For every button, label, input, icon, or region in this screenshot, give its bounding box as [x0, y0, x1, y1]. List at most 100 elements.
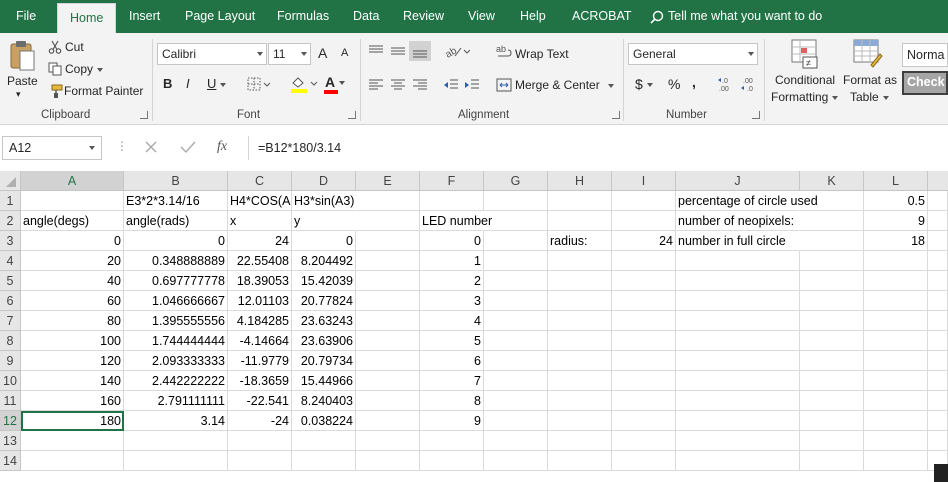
grow-font-button[interactable]: A	[318, 45, 327, 61]
row-header-1[interactable]: 1	[0, 191, 21, 211]
cell-g13[interactable]	[484, 431, 548, 451]
cell-a10[interactable]: 140	[21, 371, 124, 391]
format-as-table-icon[interactable]	[853, 39, 883, 72]
insert-function-button[interactable]: fx	[217, 139, 227, 155]
cell-i2[interactable]	[612, 211, 676, 231]
cell-k14[interactable]	[800, 451, 864, 471]
cell-h6[interactable]	[548, 291, 612, 311]
cell-m2[interactable]	[928, 211, 948, 231]
cell-f7[interactable]: 4	[420, 311, 484, 331]
cell-l11[interactable]	[864, 391, 928, 411]
cell-c4[interactable]: 22.55408	[228, 251, 292, 271]
cell-l3[interactable]: 18	[864, 231, 928, 251]
cell-g2[interactable]	[484, 211, 548, 231]
row-header-9[interactable]: 9	[0, 351, 21, 371]
cell-f6[interactable]: 3	[420, 291, 484, 311]
cell-d5[interactable]: 15.42039	[292, 271, 356, 291]
bold-button[interactable]: B	[163, 76, 172, 91]
cell-e6[interactable]	[356, 291, 420, 311]
cell-j9[interactable]	[676, 351, 800, 371]
cell-b9[interactable]: 2.093333333	[124, 351, 228, 371]
cell-d10[interactable]: 15.44966	[292, 371, 356, 391]
cell-g4[interactable]	[484, 251, 548, 271]
style-check-cell[interactable]: Check	[902, 71, 948, 95]
cell-m8[interactable]	[928, 331, 948, 351]
cell-e12[interactable]	[356, 411, 420, 431]
cell-c10[interactable]: -18.3659	[228, 371, 292, 391]
cell-h9[interactable]	[548, 351, 612, 371]
borders-icon[interactable]	[247, 77, 271, 94]
merge-center-button[interactable]: Merge & Center	[515, 78, 614, 92]
cell-j13[interactable]	[676, 431, 800, 451]
cell-e9[interactable]	[356, 351, 420, 371]
font-size-dropdown[interactable]: 11	[268, 43, 311, 65]
cell-j12[interactable]	[676, 411, 800, 431]
merge-center-icon[interactable]	[496, 78, 512, 95]
format-as-table-line1[interactable]: Format as	[843, 73, 897, 87]
cell-j6[interactable]	[676, 291, 800, 311]
cell-c8[interactable]: -4.14664	[228, 331, 292, 351]
decrease-decimal-icon[interactable]: .00.0	[740, 76, 758, 95]
cell-c1[interactable]: H4*COS(A	[228, 191, 292, 211]
cell-d7[interactable]: 23.63243	[292, 311, 356, 331]
row-header-13[interactable]: 13	[0, 431, 21, 451]
cell-j11[interactable]	[676, 391, 800, 411]
cell-i4[interactable]	[612, 251, 676, 271]
cell-i7[interactable]	[612, 311, 676, 331]
cell-e7[interactable]	[356, 311, 420, 331]
paste-icon[interactable]	[8, 40, 36, 75]
cell-d14[interactable]	[292, 451, 356, 471]
cell-h3[interactable]: radius:	[548, 231, 612, 251]
cell-g11[interactable]	[484, 391, 548, 411]
cell-c2[interactable]: x	[228, 211, 292, 231]
cell-i6[interactable]	[612, 291, 676, 311]
align-top-icon[interactable]	[368, 44, 384, 61]
row-header-10[interactable]: 10	[0, 371, 21, 391]
cell-c14[interactable]	[228, 451, 292, 471]
cell-k2[interactable]	[800, 211, 864, 231]
cell-c5[interactable]: 18.39053	[228, 271, 292, 291]
cell-k5[interactable]	[800, 271, 864, 291]
column-header-k[interactable]: K	[800, 171, 864, 191]
cell-b3[interactable]: 0	[124, 231, 228, 251]
cell-c9[interactable]: -11.9779	[228, 351, 292, 371]
font-launcher-icon[interactable]	[348, 111, 356, 119]
cell-b8[interactable]: 1.744444444	[124, 331, 228, 351]
cell-i8[interactable]	[612, 331, 676, 351]
cell-l7[interactable]	[864, 311, 928, 331]
tab-acrobat[interactable]: ACROBAT	[572, 0, 632, 33]
row-header-7[interactable]: 7	[0, 311, 21, 331]
align-right-icon[interactable]	[412, 78, 428, 95]
tab-data[interactable]: Data	[353, 0, 379, 33]
cell-h7[interactable]	[548, 311, 612, 331]
cell-a3[interactable]: 0	[21, 231, 124, 251]
cell-h14[interactable]	[548, 451, 612, 471]
cell-l4[interactable]	[864, 251, 928, 271]
cell-c6[interactable]: 12.01103	[228, 291, 292, 311]
cell-b12[interactable]: 3.14	[124, 411, 228, 431]
underline-button[interactable]: U	[207, 76, 227, 91]
cell-g1[interactable]	[484, 191, 548, 211]
cell-a6[interactable]: 60	[21, 291, 124, 311]
cell-f4[interactable]: 1	[420, 251, 484, 271]
cell-f9[interactable]: 6	[420, 351, 484, 371]
cell-c3[interactable]: 24	[228, 231, 292, 251]
cell-i10[interactable]	[612, 371, 676, 391]
cell-g6[interactable]	[484, 291, 548, 311]
cell-d13[interactable]	[292, 431, 356, 451]
cell-k13[interactable]	[800, 431, 864, 451]
cell-f1[interactable]	[420, 191, 484, 211]
cell-h10[interactable]	[548, 371, 612, 391]
orientation-icon[interactable]: ab	[444, 44, 471, 61]
paste-dropdown-icon[interactable]: ▾	[16, 89, 21, 100]
cell-j7[interactable]	[676, 311, 800, 331]
cell-l9[interactable]	[864, 351, 928, 371]
cell-h12[interactable]	[548, 411, 612, 431]
cell-f2[interactable]: LED number	[420, 211, 492, 231]
format-painter-icon[interactable]	[47, 84, 63, 101]
cell-m9[interactable]	[928, 351, 948, 371]
font-color-button[interactable]: A	[325, 74, 346, 90]
row-header-4[interactable]: 4	[0, 251, 21, 271]
percent-button[interactable]: %	[668, 76, 680, 92]
cell-m5[interactable]	[928, 271, 948, 291]
